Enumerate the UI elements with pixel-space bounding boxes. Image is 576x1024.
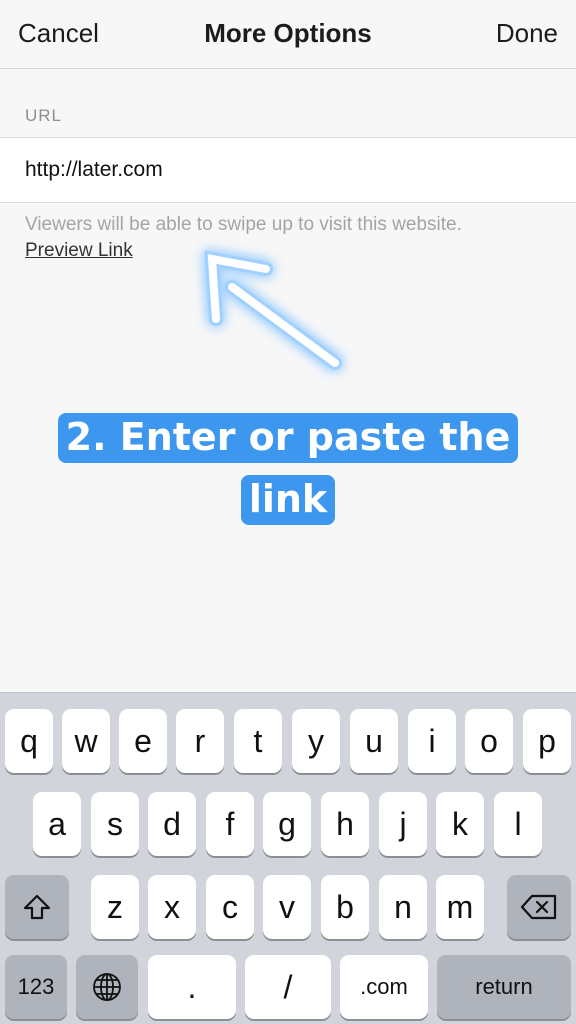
glowing-arrow-icon (204, 250, 342, 370)
done-button[interactable]: Done (496, 16, 558, 50)
key-w[interactable]: w (62, 709, 110, 773)
shift-icon (23, 894, 51, 920)
key-x[interactable]: x (148, 875, 196, 939)
key-j[interactable]: j (379, 792, 427, 856)
instruction-caption: 2. Enter or paste the link (0, 406, 576, 530)
key-h[interactable]: h (321, 792, 369, 856)
globe-key[interactable] (76, 955, 138, 1019)
dotcom-key[interactable]: .com (340, 955, 428, 1019)
return-key[interactable]: return (437, 955, 571, 1019)
globe-icon (93, 973, 121, 1001)
caption-line-2: link (240, 475, 336, 525)
shift-key[interactable] (5, 875, 69, 939)
url-section-header: URL (25, 106, 63, 125)
key-p[interactable]: p (523, 709, 571, 773)
page-title: More Options (204, 18, 372, 48)
key-v[interactable]: v (263, 875, 311, 939)
navigation-bar: Cancel More Options Done (0, 0, 576, 69)
key-o[interactable]: o (465, 709, 513, 773)
key-b[interactable]: b (321, 875, 369, 939)
key-e[interactable]: e (119, 709, 167, 773)
key-i[interactable]: i (408, 709, 456, 773)
key-g[interactable]: g (263, 792, 311, 856)
caption-line-1: 2. Enter or paste the (57, 413, 519, 463)
key-t[interactable]: t (234, 709, 282, 773)
key-u[interactable]: u (350, 709, 398, 773)
key-n[interactable]: n (379, 875, 427, 939)
url-input[interactable] (25, 138, 545, 202)
keyboard: q w e r t y u i o p a s d f g h j k l z … (0, 692, 576, 1024)
period-key[interactable]: . (148, 955, 236, 1019)
numbers-key[interactable]: 123 (5, 955, 67, 1019)
key-a[interactable]: a (33, 792, 81, 856)
key-r[interactable]: r (176, 709, 224, 773)
key-z[interactable]: z (91, 875, 139, 939)
key-l[interactable]: l (494, 792, 542, 856)
url-row[interactable] (0, 137, 576, 203)
preview-link[interactable]: Preview Link (25, 239, 133, 263)
screen: Cancel More Options Done URL Viewers wil… (0, 0, 576, 1024)
key-k[interactable]: k (436, 792, 484, 856)
swipe-up-footnote: Viewers will be able to swipe up to visi… (25, 214, 462, 235)
key-f[interactable]: f (206, 792, 254, 856)
key-m[interactable]: m (436, 875, 484, 939)
slash-key[interactable]: / (245, 955, 331, 1019)
delete-icon (520, 894, 557, 920)
key-c[interactable]: c (206, 875, 254, 939)
key-y[interactable]: y (292, 709, 340, 773)
key-s[interactable]: s (91, 792, 139, 856)
delete-key[interactable] (507, 875, 571, 939)
key-q[interactable]: q (5, 709, 53, 773)
key-d[interactable]: d (148, 792, 196, 856)
